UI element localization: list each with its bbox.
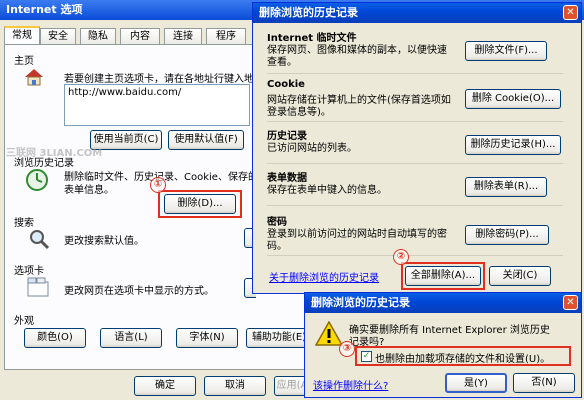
what-deleted-link[interactable]: 该操作删除什么? [313,377,388,392]
home-section-label: 主页 [14,56,34,67]
confirm-dialog: 删除浏览的历史记录 ✕ 确实要删除所有 Internet Explorer 浏览… [304,292,582,398]
accessibility-button[interactable]: 辅助功能(E) [246,328,312,348]
warning-icon [314,320,344,347]
fonts-button[interactable]: 字体(N) [176,328,238,348]
annotation-box-2 [401,262,485,290]
annotation-box-3 [355,346,571,366]
yes-button[interactable]: 是(Y) [445,373,507,393]
tab-privacy[interactable]: 隐私 [80,28,116,44]
close-button[interactable]: 关闭(C) [489,266,551,286]
annotation-box-1 [158,190,242,218]
delete-passwords-button[interactable]: 删除密码(P)... [465,225,549,245]
ok-button[interactable]: 确定 [134,376,196,396]
annotation-marker-3: ③ [339,341,355,357]
tabs-section-label: 选项卡 [14,266,44,277]
confirm-title: 删除浏览的历史记录 [311,296,410,309]
appearance-section-label: 外观 [14,316,34,327]
about-history-link[interactable]: 关于删除浏览的历史记录 [269,269,379,284]
tab-general[interactable]: 常规 [4,26,40,45]
divider [267,121,563,122]
delete-history-button[interactable]: 删除历史记录(H)... [465,135,561,155]
cookie-heading: Cookie [267,79,305,90]
divider [267,255,563,256]
languages-button[interactable]: 语言(L) [100,328,162,348]
home-url-textarea[interactable]: http://www.baidu.com/ [64,84,250,126]
history-icon [24,168,50,192]
form-data-desc1: 保存在表单中键入的信息。 [267,185,387,196]
divider [267,163,563,164]
home-icon [24,68,44,86]
tabs-desc: 更改网页在选项卡中显示的方式。 [64,286,214,297]
history-desc-line2: 表单信息。 [64,185,114,196]
home-hint: 若要创建主页选项卡，请在各地址行键入地 [64,74,254,85]
cancel-button[interactable]: 取消 [204,376,266,396]
no-button[interactable]: 否(N) [513,373,575,393]
divider [267,73,563,74]
annotation-marker-1: ① [150,177,166,193]
delete-forms-button[interactable]: 删除表单(R)... [465,177,547,197]
tab-connections[interactable]: 连接 [164,28,202,44]
use-default-button[interactable]: 使用默认值(F) [168,130,244,150]
divider [267,205,563,206]
tab-programs[interactable]: 程序 [206,28,246,44]
close-icon[interactable]: ✕ [563,295,578,310]
window-title: Internet 选项 [6,3,83,16]
temp-files-desc2: 查看。 [267,57,297,68]
close-icon[interactable]: ✕ [563,5,578,20]
annotation-marker-2: ② [393,249,409,265]
delete-history-titlebar: 删除浏览的历史记录 [253,3,581,23]
cookie-desc2: 登录信息等)。 [267,107,331,118]
passwords-desc1: 登录到以前访问过的网站时自动填写的密 [267,229,447,240]
history-section-label: 浏览历史记录 [14,158,74,169]
history-list-desc1: 已访问网站的列表。 [267,143,357,154]
tab-content[interactable]: 内容 [120,28,160,44]
search-desc: 更改搜索默认值。 [64,236,144,247]
confirm-titlebar: 删除浏览的历史记录 [305,293,581,313]
search-section-label: 搜索 [14,218,34,229]
tab-security[interactable]: 安全 [40,28,76,44]
delete-history-dialog: 删除浏览的历史记录 ✕ Internet 临时文件 保存网页、图像和媒体的副本，… [252,2,582,294]
delete-cookie-button[interactable]: 删除 Cookie(O)... [465,89,561,109]
tabs-icon [26,276,50,298]
delete-files-button[interactable]: 删除文件(F)... [465,41,547,61]
passwords-desc2: 码。 [267,241,287,252]
delete-history-title: 删除浏览的历史记录 [259,6,358,19]
colors-button[interactable]: 颜色(O) [24,328,86,348]
search-icon [28,228,50,250]
